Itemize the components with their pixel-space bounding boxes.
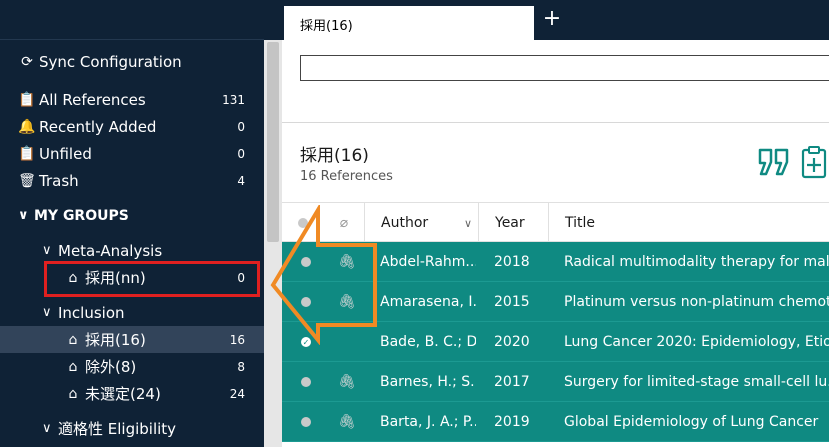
subcollection-label: 採用(16): [85, 331, 146, 349]
sort-chevron-icon: ∨: [463, 216, 472, 230]
add-tab-button[interactable]: +: [540, 8, 564, 32]
year-cell: 2019: [494, 414, 530, 430]
status-dot-icon: [301, 257, 311, 267]
inbox-icon: ⌂: [68, 385, 78, 402]
paperclip-icon: ⌀: [339, 215, 349, 231]
title-column-header[interactable]: Title: [548, 203, 829, 243]
sidebar-item-label: Recently Added: [39, 117, 157, 136]
sidebar-item-trash[interactable]: 🗑 Trash 4: [0, 167, 264, 194]
my-groups-label: MY GROUPS: [34, 207, 129, 224]
inbox-icon: ⌂: [68, 358, 78, 375]
sidebar-scrollbar[interactable]: [264, 40, 282, 447]
sidebar-item-all-references[interactable]: 📋 All References 131: [0, 86, 264, 113]
status-dot-icon: [301, 297, 311, 307]
read-check-icon: ✓: [301, 337, 311, 347]
cite-quote-icon[interactable]: [757, 147, 791, 177]
group-label: Inclusion: [58, 303, 125, 322]
author-cell: Barnes, H.; S...: [380, 374, 476, 390]
tab-active[interactable]: 採用(16): [284, 6, 534, 40]
my-groups-header[interactable]: ∨ MY GROUPS: [0, 202, 264, 229]
tab-bar: 採用(16) +: [282, 0, 829, 40]
count-badge: 16: [229, 332, 245, 347]
read-status-column[interactable]: [282, 203, 324, 243]
attachment-column[interactable]: ⌀: [324, 203, 364, 243]
author-cell: Amarasena, I...: [380, 294, 476, 310]
clipboard-icon: 📋: [18, 145, 36, 162]
author-cell: Barta, J. A.; P...: [380, 414, 476, 430]
table-row[interactable]: 🖇 Amarasena, I... 2015 Platinum versus n…: [282, 282, 829, 322]
title-cell: Platinum versus non-platinum chemot...: [564, 294, 829, 310]
group-meta-analysis[interactable]: ∨ Meta-Analysis: [0, 237, 264, 264]
title-header-label: Title: [565, 215, 596, 231]
paperclip-icon[interactable]: 🖇: [338, 282, 356, 322]
paperclip-icon[interactable]: 🖇: [338, 242, 356, 282]
sync-icon: ⟳: [21, 53, 33, 70]
year-cell: 2020: [494, 334, 530, 350]
sidebar-item-label: All References: [39, 90, 146, 109]
subcollection-label: 除外(8): [85, 358, 137, 376]
sync-configuration-button[interactable]: ⟳ Sync Configuration: [18, 48, 282, 75]
search-input[interactable]: [300, 55, 829, 81]
subcollection-label: 未選定(24): [85, 385, 161, 403]
year-column-header[interactable]: Year: [478, 203, 548, 243]
clipboard-icon: 📋: [18, 91, 36, 108]
chevron-down-icon: ∨: [42, 421, 52, 436]
chevron-down-icon: ∨: [42, 243, 52, 258]
group-label: 適格性 Eligibility: [58, 420, 177, 438]
table-row[interactable]: ✓ Bade, B. C.; D... 2020 Lung Cancer 202…: [282, 322, 829, 362]
sidebar-item-label: Trash: [39, 171, 79, 190]
count-badge: 0: [237, 146, 245, 161]
title-cell: Surgery for limited-stage small-cell lu.…: [564, 374, 829, 390]
title-cell: Lung Cancer 2020: Epidemiology, Etio...: [564, 334, 829, 350]
table-row[interactable]: 🖇 Barnes, H.; S... 2017 Surgery for limi…: [282, 362, 829, 402]
year-cell: 2017: [494, 374, 530, 390]
year-header-label: Year: [495, 215, 525, 231]
chevron-down-icon: ∨: [18, 208, 29, 223]
subcollection-item[interactable]: ⌂ 未選定(24) 24: [0, 380, 264, 407]
title-cell: Radical multimodality therapy for mal...: [564, 254, 829, 270]
scrollbar-thumb[interactable]: [267, 42, 279, 242]
count-badge: 8: [237, 359, 245, 374]
count-badge: 0: [237, 119, 245, 134]
sidebar-item-unfiled[interactable]: 📋 Unfiled 0: [0, 140, 264, 167]
main-panel: 採用(16) + 採用(16) 16 References ⌀ Author ∨: [282, 0, 829, 447]
paperclip-icon[interactable]: 🖇: [338, 362, 356, 402]
year-cell: 2015: [494, 294, 530, 310]
sync-label: Sync Configuration: [39, 52, 182, 71]
trash-icon: 🗑: [18, 172, 36, 189]
collection-title: 採用(16): [300, 146, 369, 166]
sidebar-item-recently-added[interactable]: 🔔 Recently Added 0: [0, 113, 264, 140]
table-row[interactable]: 🖇 Barta, J. A.; P... 2019 Global Epidemi…: [282, 402, 829, 442]
status-dot-icon: [298, 218, 308, 228]
author-cell: Abdel-Rahm...: [380, 254, 476, 270]
count-badge: 24: [229, 386, 245, 401]
group-inclusion[interactable]: ∨ Inclusion: [0, 299, 264, 326]
sidebar: ⟳ Sync Configuration 📋 All References 13…: [0, 0, 264, 447]
sidebar-topbar: [0, 0, 264, 40]
year-cell: 2018: [494, 254, 530, 270]
sidebar-item-label: Unfiled: [39, 144, 92, 163]
inbox-icon: ⌂: [68, 331, 78, 348]
status-dot-icon: [301, 377, 311, 387]
author-cell: Bade, B. C.; D...: [380, 334, 476, 350]
author-column-header[interactable]: Author ∨: [364, 203, 478, 243]
count-badge: 4: [237, 173, 245, 188]
reference-count: 16 References: [300, 169, 393, 184]
group-eligibility[interactable]: ∨ 適格性 Eligibility: [0, 415, 264, 442]
author-header-label: Author: [381, 215, 429, 231]
group-label: Meta-Analysis: [58, 241, 163, 260]
divider: [282, 122, 829, 123]
table-row[interactable]: 🖇 Abdel-Rahm... 2018 Radical multimodali…: [282, 242, 829, 282]
highlight-box: [44, 261, 260, 297]
subcollection-item-selected[interactable]: ⌂ 採用(16) 16: [0, 326, 264, 353]
chevron-down-icon: ∨: [42, 305, 52, 320]
paperclip-icon[interactable]: 🖇: [338, 402, 356, 442]
table-header: ⌀ Author ∨ Year Title: [282, 202, 829, 243]
subcollection-item[interactable]: ⌂ 除外(8) 8: [0, 353, 264, 380]
status-dot-icon: [301, 417, 311, 427]
title-cell: Global Epidemiology of Lung Cancer: [564, 414, 819, 430]
add-to-clipboard-icon[interactable]: [800, 145, 828, 179]
count-badge: 131: [222, 92, 245, 107]
bell-icon: 🔔: [18, 118, 36, 135]
